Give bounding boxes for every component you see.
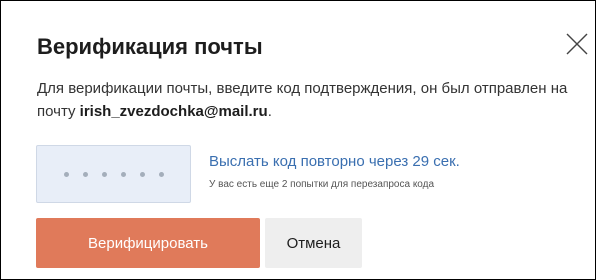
verify-button[interactable]: Верифицировать [36, 218, 260, 268]
description-end: . [267, 103, 272, 120]
verification-code-input[interactable] [36, 145, 191, 203]
code-placeholder-dot [63, 171, 69, 177]
code-placeholder-dot [101, 171, 107, 177]
verification-dialog: Верификация почты Для верификации почты,… [0, 0, 596, 280]
cancel-button[interactable]: Отмена [265, 218, 362, 268]
attempts-note: У вас есть еще 2 попытки для перезапроса… [209, 179, 435, 190]
code-placeholder-dot [120, 171, 126, 177]
dialog-description: Для верификации почты, введите код подтв… [37, 77, 577, 123]
close-icon[interactable] [564, 31, 590, 57]
resend-code-link[interactable]: Выслать код повторно через 29 сек. [209, 152, 460, 172]
dialog-title: Верификация почты [37, 34, 263, 59]
code-placeholder-dot [158, 171, 164, 177]
code-placeholder-dot [82, 171, 88, 177]
email-address: irish_zvezdochka@mail.ru [79, 103, 268, 120]
code-placeholder-dot [139, 171, 145, 177]
